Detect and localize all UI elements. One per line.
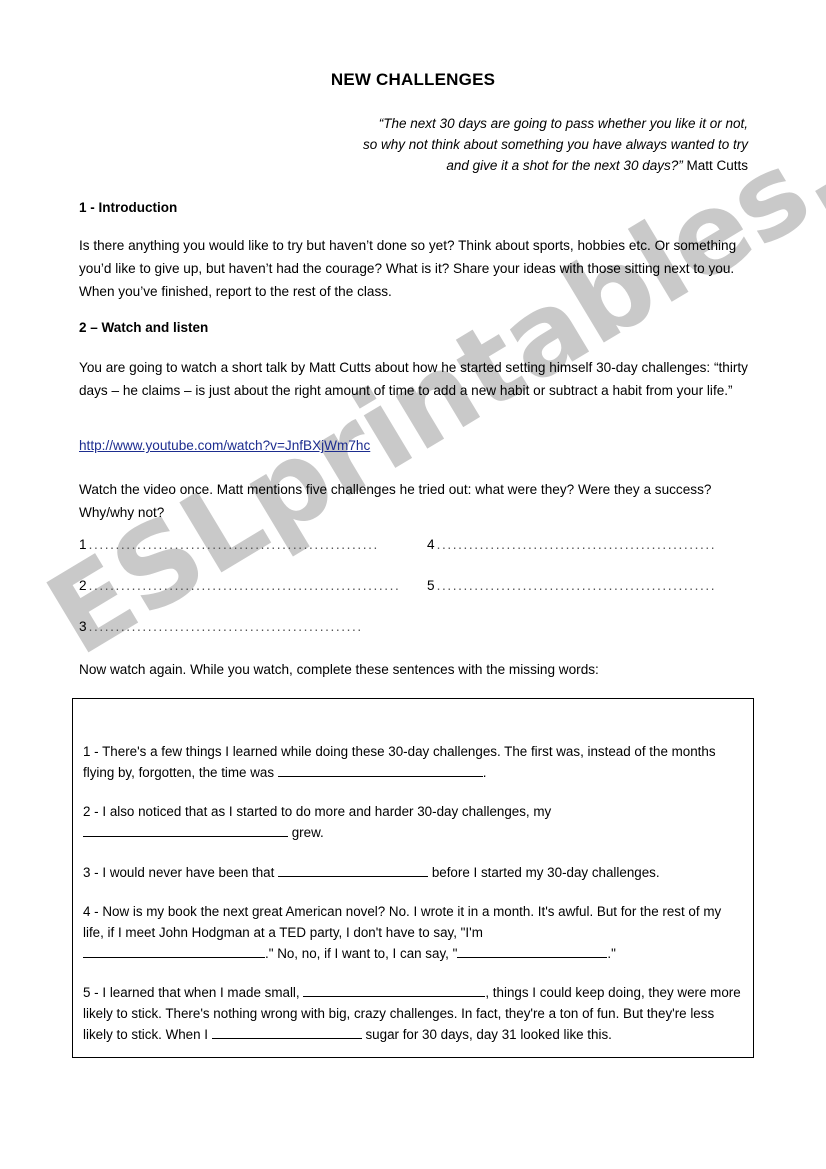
section-heading-introduction: 1 - Introduction <box>79 200 178 215</box>
answer-line-dots: ........................................… <box>436 578 717 593</box>
page-title: NEW CHALLENGES <box>330 70 496 89</box>
answer-line-dots: ........................................… <box>436 537 717 552</box>
gap-fill-item-text-tail: sugar for 30 days, day 31 looked like th… <box>365 1027 612 1042</box>
document-content: NEW CHALLENGES “The next 30 days are goi… <box>0 0 826 1169</box>
answer-line[interactable]: 2.......................................… <box>79 578 401 593</box>
answer-line-number: 3 <box>79 619 87 634</box>
gap-fill-item-5: 5 - I learned that when I made small, , … <box>83 982 743 1045</box>
gap-fill-item-text-tail: before I started my 30-day challenges. <box>431 865 660 880</box>
answer-line-dots: ........................................… <box>88 578 401 593</box>
second-watch-instruction: Now watch again. While you watch, comple… <box>79 662 599 677</box>
gap-fill-item-text: I also noticed that as I started to do m… <box>102 804 552 819</box>
introduction-paragraph: Is there anything you would like to try … <box>79 238 737 299</box>
gap-fill-blank[interactable] <box>211 1025 362 1039</box>
answer-line-number: 5 <box>427 578 435 593</box>
worksheet-page: ESLprintables.com NEW CHALLENGES “The ne… <box>0 0 826 1169</box>
gap-fill-blank[interactable] <box>457 944 608 958</box>
gap-fill-item-text: I would never have been that <box>102 865 275 880</box>
quote-line-2: so why not think about something you hav… <box>363 137 748 152</box>
gap-fill-blank[interactable] <box>278 863 429 877</box>
answer-line[interactable]: 4.......................................… <box>427 537 717 552</box>
answer-line-dots: ........................................… <box>88 537 379 552</box>
first-watch-instruction: Watch the video once. Matt mentions five… <box>79 482 712 520</box>
answer-line-number: 1 <box>79 537 87 552</box>
watch-and-listen-paragraph: You are going to watch a short talk by M… <box>79 360 748 398</box>
section-heading-watch-and-listen: 2 – Watch and listen <box>79 320 209 335</box>
gap-fill-blank[interactable] <box>83 823 288 837</box>
gap-fill-item-label: 3 - <box>83 865 99 880</box>
gap-fill-item-label: 4 - <box>83 904 99 919</box>
gap-fill-item-1: 1 - There's a few things I learned while… <box>83 741 743 783</box>
gap-fill-item-text: I learned that when I made small, <box>102 985 300 1000</box>
gap-fill-item-text-tail: grew. <box>291 825 324 840</box>
gap-fill-item-label: 5 - <box>83 985 99 1000</box>
gap-fill-item-text-tail: ." <box>607 946 616 961</box>
gap-fill-item-text-mid: ." No, no, if I want to, I can say, " <box>265 946 458 961</box>
gap-fill-blank[interactable] <box>277 763 483 777</box>
gap-fill-blank[interactable] <box>83 944 265 958</box>
answer-line[interactable]: 5.......................................… <box>427 578 717 593</box>
epigraph-quote: “The next 30 days are going to pass whet… <box>248 113 748 176</box>
answer-line-dots: ........................................… <box>88 619 361 634</box>
gap-fill-item-label: 1 - <box>83 744 99 759</box>
answer-line-number: 4 <box>427 537 435 552</box>
gap-fill-item-text-tail: . <box>482 765 487 780</box>
gap-fill-box: 1 - There's a few things I learned while… <box>72 698 754 1058</box>
quote-author: Matt Cutts <box>682 158 748 173</box>
quote-line-3: and give it a shot for the next 30 days?… <box>446 158 683 173</box>
answer-line-number: 2 <box>79 578 87 593</box>
gap-fill-blank[interactable] <box>303 983 486 997</box>
quote-line-1: “The next 30 days are going to pass whet… <box>378 116 748 131</box>
gap-fill-item-label: 2 - <box>83 804 99 819</box>
answer-line[interactable]: 3.......................................… <box>79 619 361 634</box>
gap-fill-item-text: Now is my book the next great American n… <box>83 904 722 940</box>
gap-fill-item-3: 3 - I would never have been that before … <box>83 862 743 883</box>
answer-line[interactable]: 1.......................................… <box>79 537 379 552</box>
gap-fill-item-2: 2 - I also noticed that as I started to … <box>83 801 743 843</box>
gap-fill-item-4: 4 - Now is my book the next great Americ… <box>83 901 743 964</box>
youtube-video-link[interactable]: http://www.youtube.com/watch?v=JnfBXjWm7… <box>79 438 370 453</box>
